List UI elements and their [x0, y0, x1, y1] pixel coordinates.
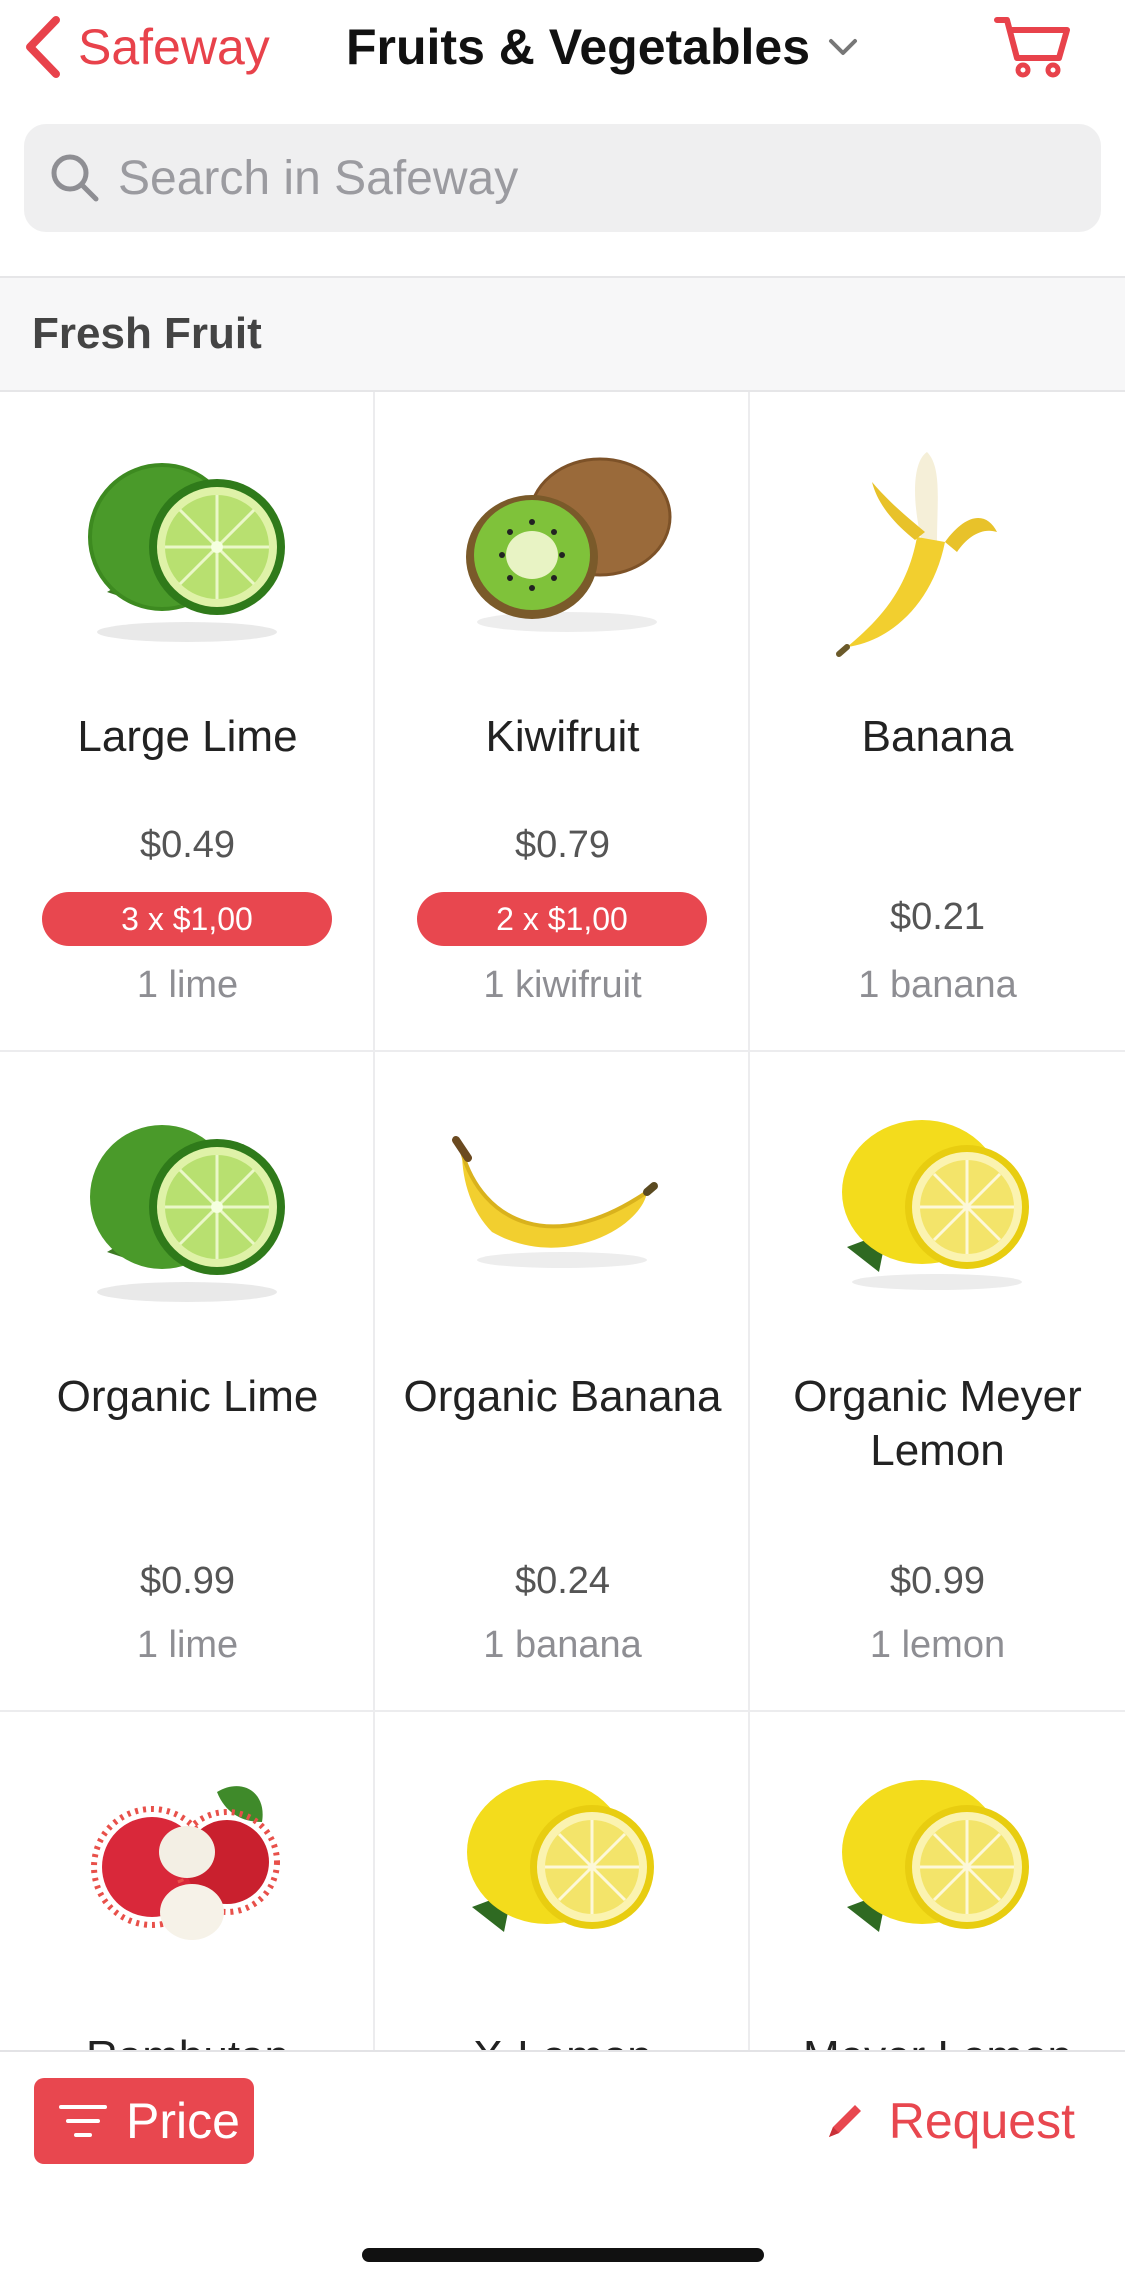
- deal-badge: 3 x $1,00: [42, 892, 332, 946]
- category-title-dropdown[interactable]: Fruits & Vegetables: [346, 14, 860, 80]
- product-price: $0.79: [514, 824, 611, 866]
- cart-icon[interactable]: [993, 14, 1073, 80]
- product-price: $0.49: [139, 824, 236, 866]
- bottom-toolbar: Price Request: [0, 2050, 1125, 2284]
- price-label: Price: [126, 2093, 240, 2149]
- product-card[interactable]: Kiwifruit $0.79 2 x $1,00 1 kiwifruit: [375, 392, 750, 1052]
- product-price: $0.99: [139, 1560, 236, 1602]
- chevron-down-icon: [829, 39, 858, 55]
- search-bar[interactable]: [24, 124, 1101, 232]
- rambutan-image: [91, 1786, 280, 1940]
- product-card[interactable]: Organic Meyer Lemon $0.99 1 lemon: [750, 1052, 1125, 1712]
- nav-header: Safeway Fruits & Vegetables: [0, 0, 1125, 110]
- lemon-image: [842, 1780, 1029, 1932]
- product-price: $0.21: [889, 896, 986, 938]
- filter-icon: [59, 2105, 107, 2137]
- product-price: $0.24: [514, 1560, 611, 1602]
- product-card[interactable]: Large Lime $0.49 3 x $1,00 1 lime: [0, 392, 375, 1052]
- search-input[interactable]: [118, 150, 1018, 206]
- product-card[interactable]: Organic Banana $0.24 1 banana: [375, 1052, 750, 1712]
- product-card[interactable]: X-Lemon: [375, 1712, 750, 2052]
- product-unit: 1 lime: [136, 964, 239, 1006]
- product-unit: 1 kiwifruit: [483, 964, 642, 1006]
- product-unit: 1 banana: [858, 964, 1017, 1006]
- price-sort-button[interactable]: Price: [34, 2078, 254, 2164]
- banana-image: [836, 452, 997, 657]
- lemon-image: [467, 1780, 654, 1932]
- section-title: Fresh Fruit: [32, 309, 262, 358]
- product-name: Rambutan: [10, 2030, 365, 2052]
- product-name: Meyer Lemon: [760, 2030, 1115, 2052]
- page-title: Fruits & Vegetables: [346, 19, 811, 75]
- back-label: Safeway: [78, 19, 270, 75]
- banana-image: [452, 1136, 658, 1268]
- product-unit: 1 banana: [483, 1624, 642, 1666]
- product-card[interactable]: Banana $0.21 1 banana: [750, 392, 1125, 1052]
- product-unit: 1 lemon: [869, 1624, 1006, 1666]
- product-unit: 1 lime: [136, 1624, 239, 1666]
- lime-image: [90, 1125, 285, 1302]
- product-price: $0.99: [889, 1560, 986, 1602]
- product-grid: Large Lime $0.49 3 x $1,00 1 lime Kiwifr…: [0, 392, 1125, 2052]
- pencil-icon: [828, 2105, 861, 2137]
- product-name: X-Lemon: [385, 2030, 740, 2052]
- product-name: Large Lime: [77, 712, 298, 761]
- back-button[interactable]: Safeway: [22, 14, 270, 80]
- product-card[interactable]: Meyer Lemon: [750, 1712, 1125, 2052]
- lemon-image: [842, 1120, 1029, 1290]
- product-card[interactable]: Rambutan: [0, 1712, 375, 2052]
- chevron-left-icon: [26, 16, 60, 78]
- product-name: Organic Banana: [403, 1372, 722, 1421]
- section-header: Fresh Fruit: [0, 276, 1125, 392]
- product-name: Organic Meyer Lemon: [793, 1372, 1082, 1475]
- search-icon: [51, 154, 99, 202]
- request-label: Request: [888, 2093, 1075, 2149]
- product-name: Banana: [861, 712, 1014, 761]
- kiwi-image: [466, 457, 672, 632]
- request-button[interactable]: Request: [823, 2078, 1075, 2164]
- product-name: Kiwifruit: [485, 712, 640, 761]
- product-name: Organic Lime: [56, 1372, 319, 1421]
- lime-image: [88, 463, 285, 642]
- deal-badge: 2 x $1,00: [417, 892, 707, 946]
- product-card[interactable]: Organic Lime $0.99 1 lime: [0, 1052, 375, 1712]
- home-indicator[interactable]: [362, 2248, 764, 2262]
